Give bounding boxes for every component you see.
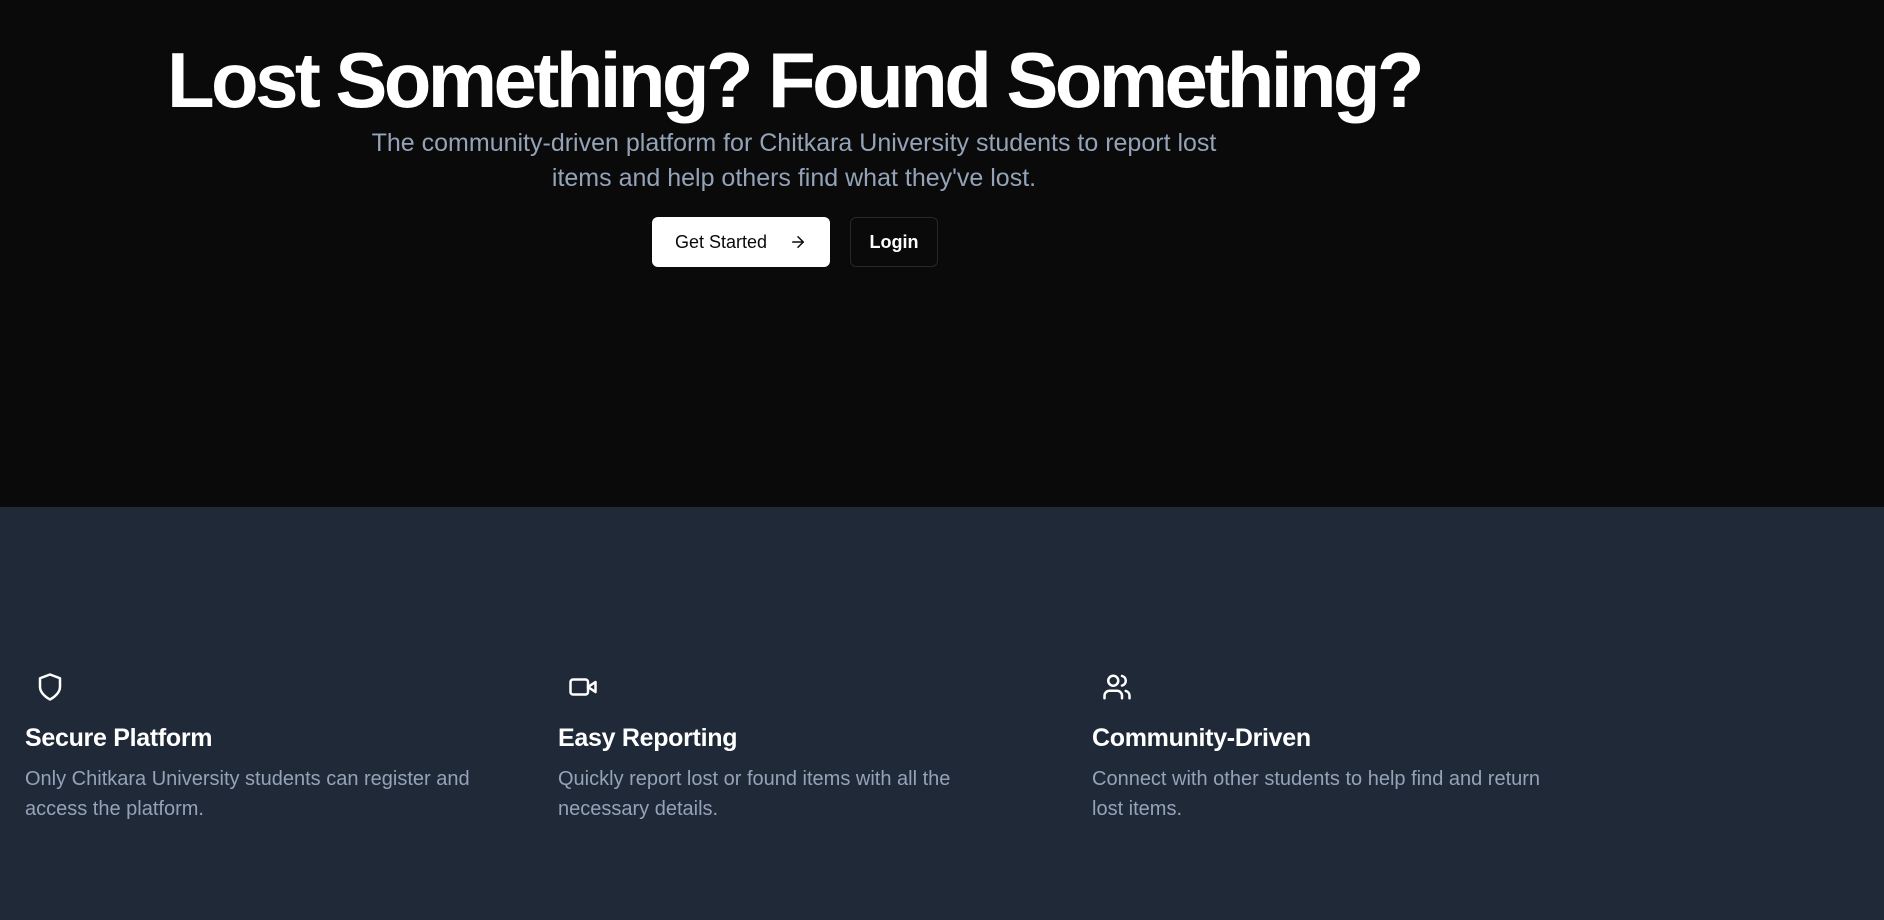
get-started-button[interactable]: Get Started [652,217,830,267]
get-started-label: Get Started [674,231,768,252]
feature-title: Community-Driven [1092,724,1311,752]
users-icon [1102,672,1132,702]
hero-subtitle: The community-driven platform for Chitka… [371,129,1217,192]
shield-icon [35,672,65,702]
arrow-right-icon [789,233,807,251]
hero-section: Lost Something? Found Something? The com… [0,0,1884,507]
feature-description: Quickly report lost or found items with … [558,768,951,820]
feature-title: Easy Reporting [558,724,738,752]
video-icon [568,672,598,702]
login-button[interactable]: Login [850,217,938,267]
hero-title: Lost Something? Found Something? [167,36,1425,124]
feature-description: Connect with other students to help find… [1092,768,1541,820]
feature-description: Only Chitkara University students can re… [25,768,470,820]
login-label: Login [869,231,919,252]
features-section: Secure Platform Only Chitkara University… [0,507,1884,920]
feature-title: Secure Platform [25,724,213,752]
